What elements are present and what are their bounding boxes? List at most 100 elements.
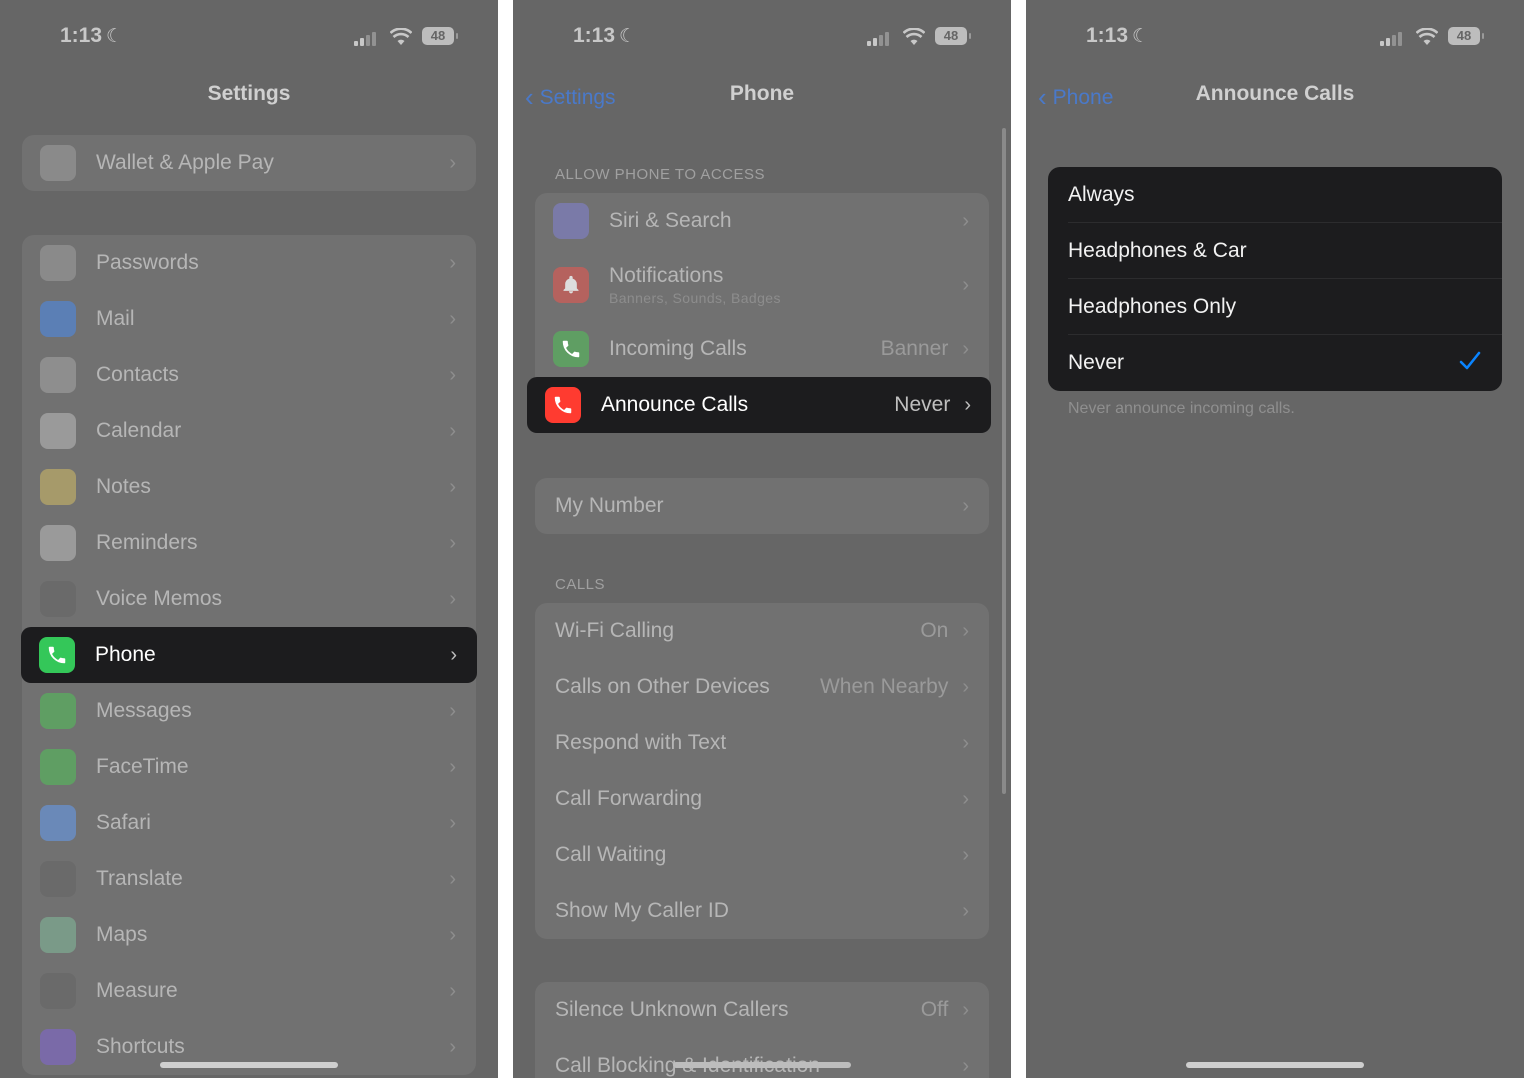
row-label: Mail [96, 307, 449, 331]
status-time: 1:13 ☾ [60, 24, 124, 47]
row-label: My Number [555, 494, 664, 517]
row-title: Siri & Search [609, 209, 732, 232]
calls-item-calls-on-other-devices[interactable]: Calls on Other Devices When Nearby › [535, 659, 989, 715]
announce-calls-icon [545, 387, 581, 423]
bell-icon [553, 267, 589, 303]
settings-item-mail[interactable]: Mail › [22, 291, 476, 347]
settings-item-voice-memos[interactable]: Voice Memos › [22, 571, 476, 627]
option-headphones-car[interactable]: Headphones & Car [1048, 223, 1502, 279]
settings-item-safari[interactable]: Safari › [22, 795, 476, 851]
phone-item-notifications[interactable]: Notifications Banners, Sounds, Badges › [535, 249, 989, 321]
option-label: Never [1068, 351, 1125, 374]
chevron-right-icon: › [962, 998, 969, 1021]
row-title: Shortcuts [96, 1035, 185, 1058]
announce-calls-screen: 1:13 ☾ 48 ‹ Phone Announce Calls Always Hea… [1026, 0, 1524, 1078]
cellular-signal-icon [867, 32, 893, 46]
chevron-right-icon: › [962, 209, 969, 232]
chevron-right-icon: › [449, 251, 456, 274]
my-number-group: My Number › [535, 478, 989, 534]
scrollbar[interactable] [1002, 128, 1006, 794]
key-icon [40, 245, 76, 281]
calls-item-call-forwarding[interactable]: Call Forwarding › [535, 771, 989, 827]
row-label: FaceTime [96, 755, 449, 779]
chevron-right-icon: › [449, 531, 456, 554]
chevron-right-icon: › [449, 587, 456, 610]
calls-item-wi-fi-calling[interactable]: Wi-Fi Calling On › [535, 603, 989, 659]
row-title: Calls on Other Devices [555, 675, 770, 698]
page-title: Announce Calls [1195, 82, 1355, 105]
phone-item-siri-search[interactable]: Siri & Search › [535, 193, 989, 249]
settings-item-maps[interactable]: Maps › [22, 907, 476, 963]
mail-icon [40, 301, 76, 337]
row-title: Safari [96, 811, 151, 834]
apps-group: Passwords › Mail › Contacts › Calendar › Notes › R… [21, 235, 477, 1075]
page-title: Phone [729, 82, 795, 105]
footnote: Never announce incoming calls. [1068, 400, 1295, 417]
calls-item-call-blocking-identification[interactable]: Call Blocking & Identification› [535, 1038, 989, 1078]
chevron-right-icon: › [449, 1035, 456, 1058]
chevron-right-icon: › [449, 475, 456, 498]
row-label: Reminders [96, 531, 449, 555]
chevron-right-icon: › [962, 337, 969, 360]
option-headphones-only[interactable]: Headphones Only [1048, 279, 1502, 335]
row-label: Calendar [96, 419, 449, 443]
contacts-icon [40, 357, 76, 393]
access-group: Siri & Search › Notifications Banners, Soun… [527, 193, 991, 433]
row-title: Messages [96, 699, 192, 722]
row-title: Call Waiting [555, 843, 667, 866]
cellular-signal-icon [354, 32, 380, 46]
row-label: Maps [96, 923, 449, 947]
row-title: Notes [96, 475, 151, 498]
calls-item-respond-with-text[interactable]: Respond with Text › [535, 715, 989, 771]
settings-item-translate[interactable]: Translate › [22, 851, 476, 907]
settings-item-messages[interactable]: Messages › [22, 683, 476, 739]
chevron-right-icon: › [449, 363, 456, 386]
status-time: 1:13 ☾ [1086, 24, 1150, 47]
row-value: Off [920, 998, 949, 1021]
wallet-group: Wallet & Apple Pay › [22, 135, 476, 191]
reminders-icon [40, 525, 76, 561]
home-indicator [673, 1062, 851, 1068]
phone-icon [39, 637, 75, 673]
settings-item-calendar[interactable]: Calendar › [22, 403, 476, 459]
cellular-signal-icon [1380, 32, 1406, 46]
settings-screen: 1:13 ☾ 48 Settings Wallet & Apple Pay › P… [0, 0, 498, 1078]
row-title: Contacts [96, 363, 179, 386]
calendar-icon [40, 413, 76, 449]
row-title: Phone [95, 643, 156, 666]
row-label: Silence Unknown Callers [555, 998, 921, 1022]
siri-icon [553, 203, 589, 239]
settings-item-phone[interactable]: Phone › [21, 627, 477, 683]
row-label: Measure [96, 979, 449, 1003]
settings-item-facetime[interactable]: FaceTime › [22, 739, 476, 795]
calls-item-show-my-caller-id[interactable]: Show My Caller ID › [535, 883, 989, 939]
option-never[interactable]: Never [1048, 335, 1502, 391]
chevron-right-icon: › [449, 923, 456, 946]
wifi-icon [1416, 28, 1438, 45]
chevron-right-icon: › [962, 731, 969, 754]
shortcuts-icon [40, 1029, 76, 1065]
row-value: Banner [880, 337, 949, 360]
row-label: Phone [95, 643, 450, 667]
chevron-right-icon: › [449, 307, 456, 330]
my-number-row[interactable]: My Number › [535, 478, 989, 534]
settings-item-measure[interactable]: Measure › [22, 963, 476, 1019]
calls-item-call-waiting[interactable]: Call Waiting › [535, 827, 989, 883]
settings-item-notes[interactable]: Notes › [22, 459, 476, 515]
facetime-icon [40, 749, 76, 785]
row-value: On [920, 619, 949, 642]
settings-item-contacts[interactable]: Contacts › [22, 347, 476, 403]
chevron-right-icon: › [449, 151, 456, 174]
battery-icon: 48 [1448, 27, 1484, 45]
phone-item-announce-calls[interactable]: Announce Calls Never › [527, 377, 991, 433]
phone-item-incoming-calls[interactable]: Incoming Calls Banner › [535, 321, 989, 377]
option-label: Headphones & Car [1068, 239, 1247, 262]
settings-item-passwords[interactable]: Passwords › [22, 235, 476, 291]
option-always[interactable]: Always [1048, 167, 1502, 223]
row-label: Voice Memos [96, 587, 449, 611]
settings-item-reminders[interactable]: Reminders › [22, 515, 476, 571]
chevron-right-icon: › [962, 494, 969, 517]
calls-item-silence-unknown-callers[interactable]: Silence Unknown Callers Off › [535, 982, 989, 1038]
settings-item-wallet[interactable]: Wallet & Apple Pay › [22, 135, 476, 191]
measure-icon [40, 973, 76, 1009]
